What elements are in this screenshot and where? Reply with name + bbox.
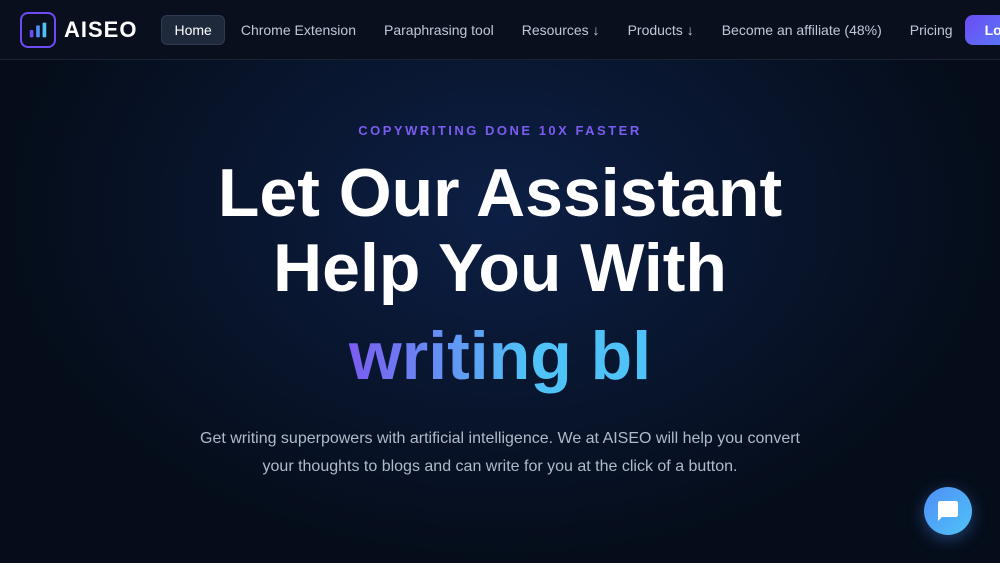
chat-bubble-button[interactable] bbox=[924, 487, 972, 535]
nav-item-paraphrasing[interactable]: Paraphrasing tool bbox=[372, 16, 506, 44]
nav-item-home[interactable]: Home bbox=[161, 15, 224, 45]
hero-title-line1: Let Our Assistant bbox=[218, 155, 782, 231]
hero-animated-text: writing bl bbox=[349, 316, 651, 398]
nav-item-resources[interactable]: Resources ↓ bbox=[510, 16, 612, 44]
nav-item-pricing[interactable]: Pricing bbox=[898, 16, 965, 44]
hero-section: COPYWRITING DONE 10X FASTER Let Our Assi… bbox=[0, 60, 1000, 563]
hero-title: Let Our Assistant Help You With bbox=[218, 156, 782, 306]
nav-right: Login ⚙ bbox=[965, 14, 1000, 46]
logo-text: AISEO bbox=[64, 17, 137, 43]
nav-item-products[interactable]: Products ↓ bbox=[616, 16, 706, 44]
navbar: AISEO Home Chrome Extension Paraphrasing… bbox=[0, 0, 1000, 60]
logo-icon bbox=[20, 12, 56, 48]
nav-links: Home Chrome Extension Paraphrasing tool … bbox=[161, 15, 964, 45]
hero-description: Get writing superpowers with artificial … bbox=[200, 425, 800, 479]
logo-area: AISEO bbox=[20, 12, 137, 48]
hero-title-line2: Help You With bbox=[273, 230, 727, 306]
login-button[interactable]: Login bbox=[965, 15, 1000, 45]
nav-item-chrome[interactable]: Chrome Extension bbox=[229, 16, 368, 44]
hero-tagline: COPYWRITING DONE 10X FASTER bbox=[358, 123, 641, 138]
nav-item-affiliate[interactable]: Become an affiliate (48%) bbox=[710, 16, 894, 44]
